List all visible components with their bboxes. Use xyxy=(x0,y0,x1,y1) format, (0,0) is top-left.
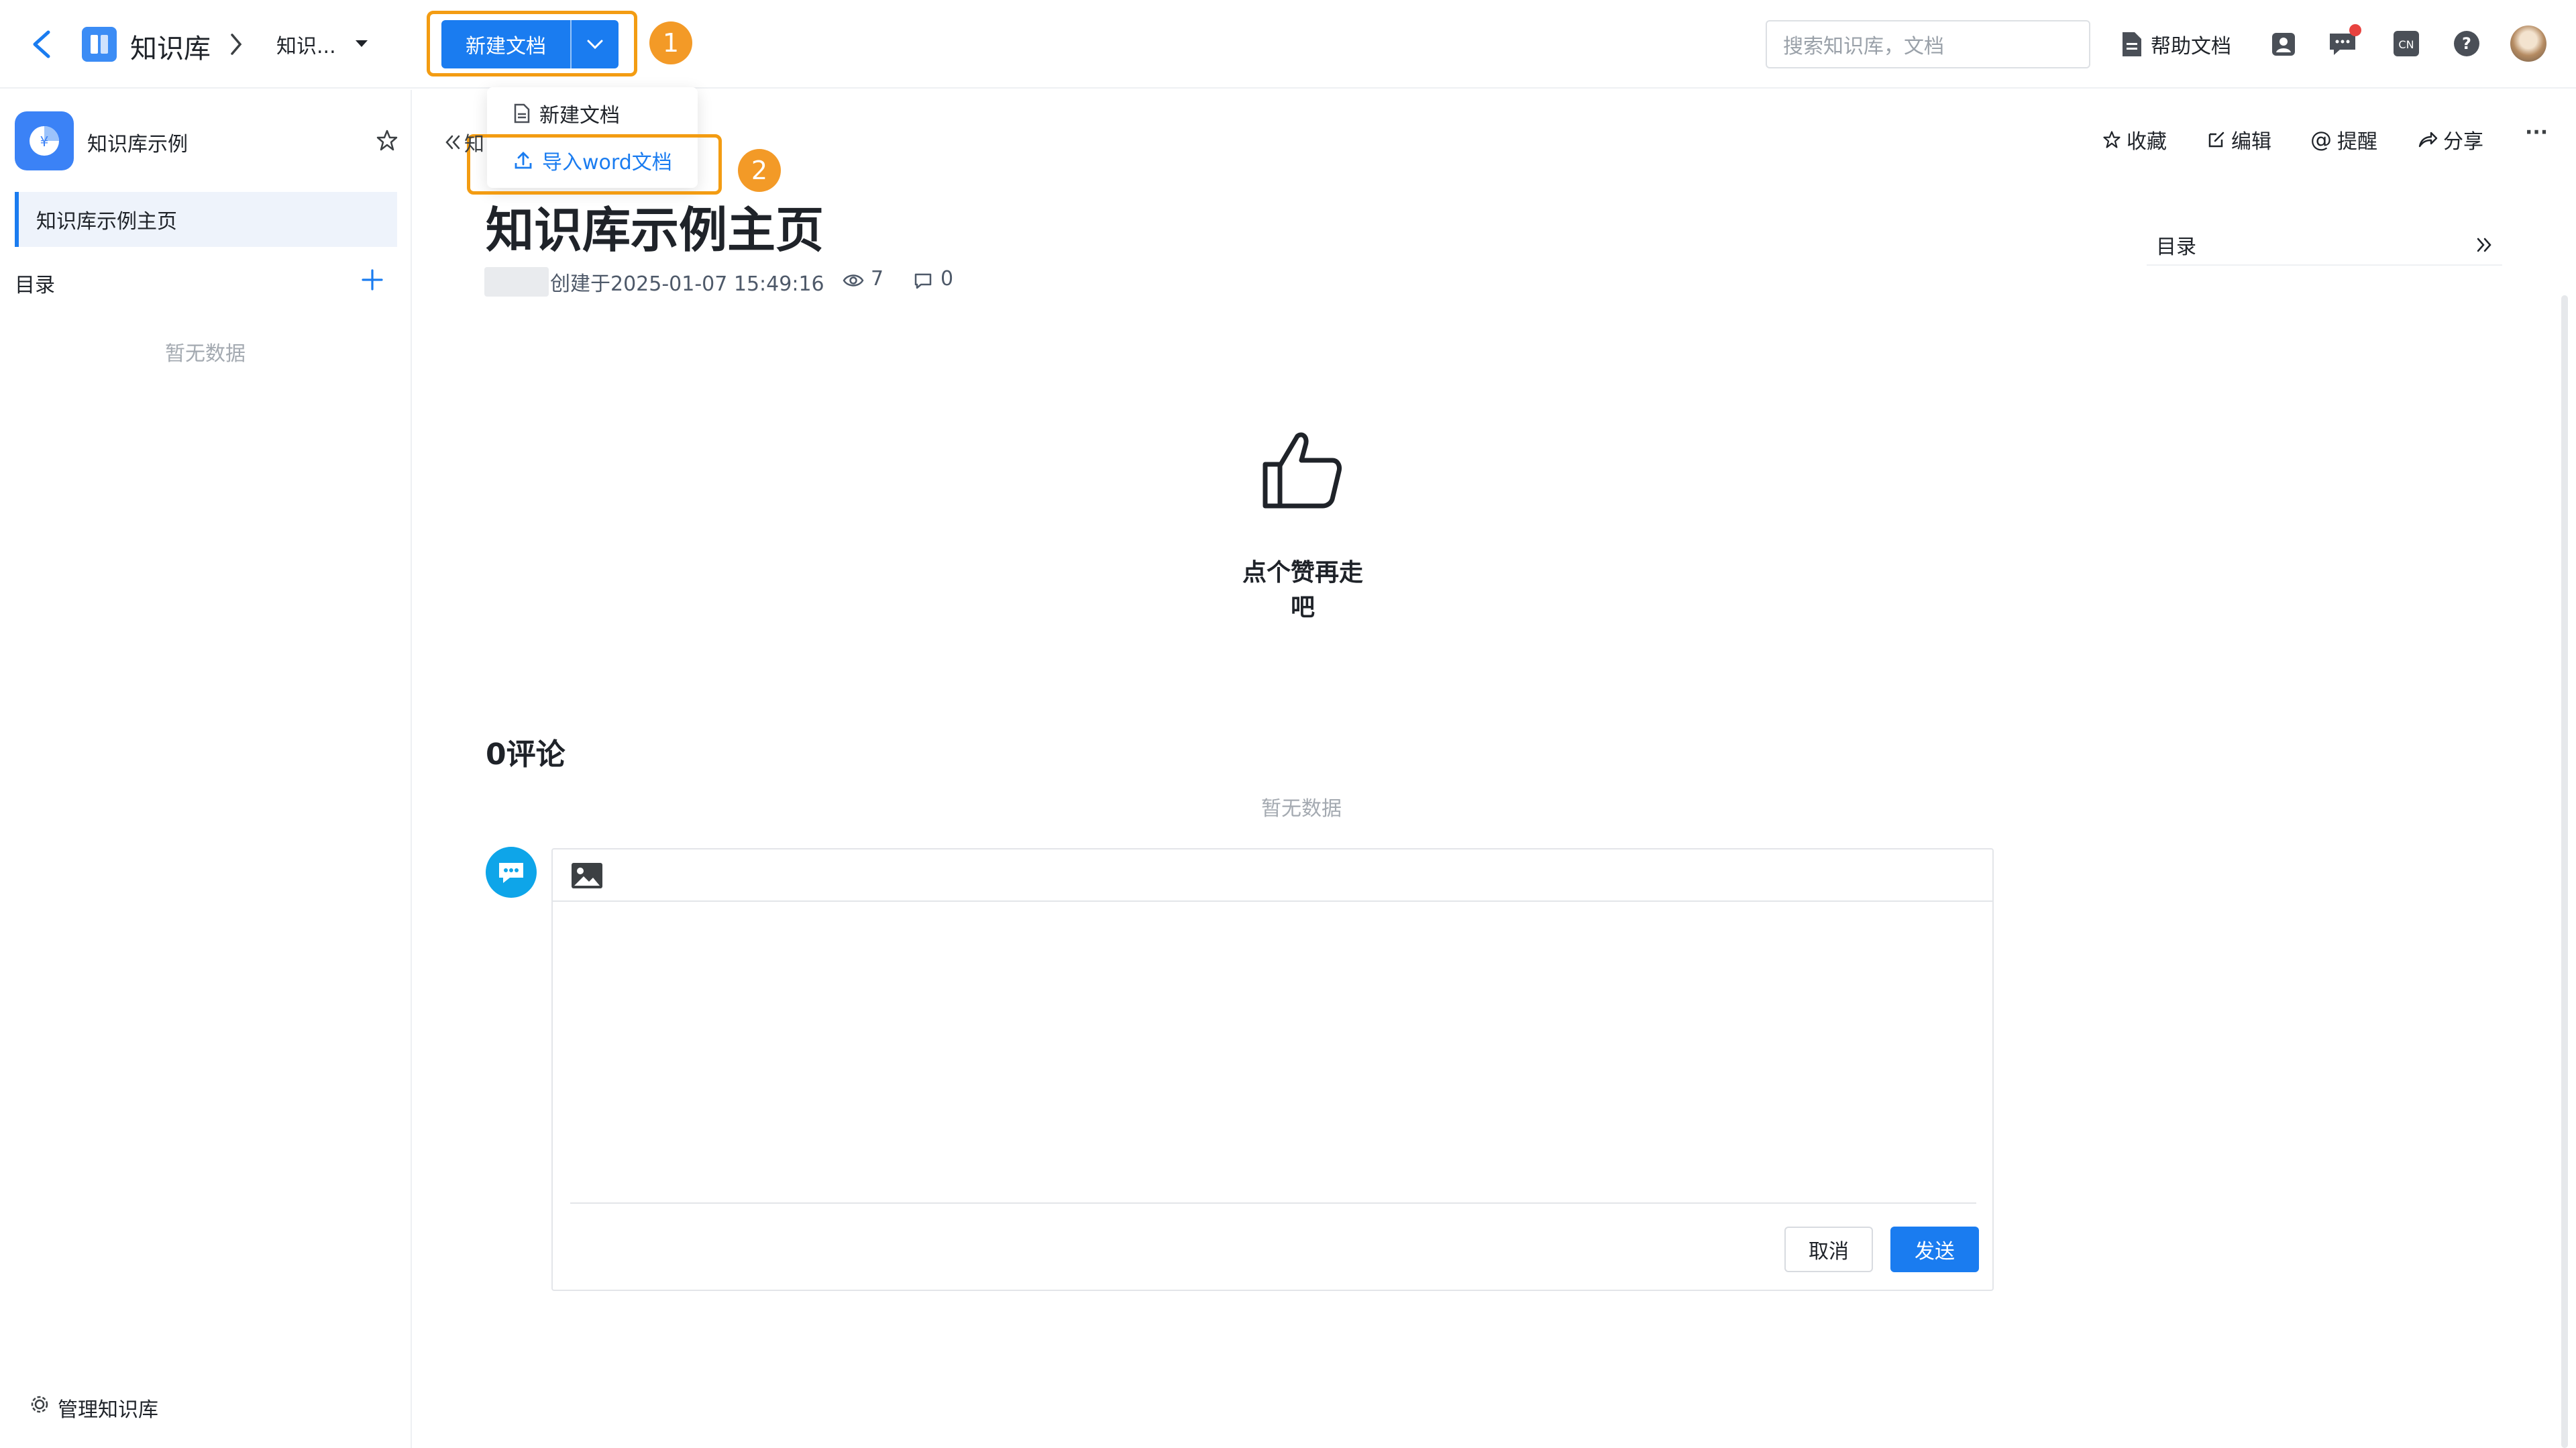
share-button[interactable]: 分享 xyxy=(2418,125,2483,154)
back-chevron-icon[interactable] xyxy=(30,30,54,59)
svg-text:?: ? xyxy=(2462,34,2471,53)
toc-panel-header: 目录 xyxy=(2147,225,2502,266)
sidebar xyxy=(0,90,412,1448)
kb-name: 知识库示例 xyxy=(87,133,188,156)
manage-kb-link[interactable]: 管理知识库 xyxy=(58,1393,158,1423)
user-avatar[interactable] xyxy=(2510,25,2546,62)
sidebar-item-homepage-label: 知识库示例主页 xyxy=(36,210,177,234)
menu-item-new-doc-label: 新建文档 xyxy=(539,104,620,127)
sidebar-toc-label: 目录 xyxy=(15,274,55,297)
document-icon xyxy=(514,103,530,123)
eye-icon xyxy=(843,272,864,289)
menu-item-new-doc[interactable]: 新建文档 xyxy=(487,90,698,137)
author-name-redacted xyxy=(484,267,549,297)
knowledge-base-logo: ¥ xyxy=(15,111,74,170)
help-doc-icon[interactable] xyxy=(2120,31,2143,58)
app-name[interactable]: 知识库 xyxy=(130,27,211,66)
new-doc-split-button[interactable]: 新建文档 xyxy=(441,20,619,68)
star-outline-icon[interactable] xyxy=(376,129,398,152)
edit-label: 编辑 xyxy=(2231,130,2271,154)
page-title: 知识库示例主页 xyxy=(486,202,824,258)
comments-empty-text: 暂无数据 xyxy=(1261,797,1342,821)
sidebar-empty-text: 暂无数据 xyxy=(165,342,246,366)
created-time: 创建于2025-01-07 15:49:16 xyxy=(550,272,824,296)
sidebar-item-homepage[interactable]: 知识库示例主页 xyxy=(15,192,397,247)
step-badge-1: 1 xyxy=(649,21,692,64)
collapse-breadcrumb-label: 知 xyxy=(464,133,484,156)
toc-title: 目录 xyxy=(2156,236,2196,259)
favorite-button[interactable]: 收藏 xyxy=(2102,125,2167,154)
help-docs-link[interactable]: 帮助文档 xyxy=(2151,30,2231,59)
view-count: 7 xyxy=(871,267,884,291)
new-doc-button[interactable]: 新建文档 xyxy=(441,20,570,68)
new-doc-dropdown-toggle[interactable] xyxy=(572,20,619,68)
svg-text:CN: CN xyxy=(2398,38,2414,51)
help-icon[interactable]: ? xyxy=(2453,30,2481,58)
double-chevron-right-icon[interactable] xyxy=(2475,236,2493,254)
add-toc-icon[interactable] xyxy=(361,268,384,291)
share-icon xyxy=(2418,132,2438,148)
star-outline-icon xyxy=(2103,131,2121,148)
collapse-breadcrumb[interactable]: 知 xyxy=(444,127,484,157)
thumbs-up-icon[interactable] xyxy=(1261,429,1344,510)
language-cn-icon[interactable]: CN xyxy=(2392,30,2420,58)
more-icon[interactable]: ··· xyxy=(2525,121,2548,144)
svg-text:¥: ¥ xyxy=(40,134,49,150)
chevron-down-icon xyxy=(587,40,603,50)
highlight-import-word xyxy=(467,134,722,195)
search-placeholder: 搜索知识库，文档 xyxy=(1783,35,1944,58)
cancel-button[interactable]: 取消 xyxy=(1784,1227,1873,1272)
double-chevron-left-icon xyxy=(445,135,460,150)
comment-count: 0 xyxy=(941,267,954,291)
knowledge-book-icon xyxy=(82,27,117,62)
comment-count-icon xyxy=(914,272,932,290)
search-input[interactable]: 搜索知识库，文档 xyxy=(1766,20,2090,68)
at-icon: @ xyxy=(2310,127,2332,152)
share-label: 分享 xyxy=(2443,130,2483,154)
favorite-label: 收藏 xyxy=(2127,130,2167,154)
contact-card-icon[interactable] xyxy=(2270,31,2297,58)
send-button[interactable]: 发送 xyxy=(1890,1227,1979,1272)
edit-button[interactable]: 编辑 xyxy=(2207,125,2271,154)
comment-editor[interactable]: 取消 发送 xyxy=(551,848,1994,1291)
page-scrollbar[interactable] xyxy=(2561,295,2568,1448)
editor-divider xyxy=(570,1202,1976,1204)
comment-bubble-icon xyxy=(486,847,537,898)
comments-title: 0评论 xyxy=(486,737,566,772)
notification-dot xyxy=(2349,24,2361,36)
breadcrumb-separator-icon xyxy=(228,31,244,58)
insert-image-icon[interactable] xyxy=(570,862,604,890)
edit-icon xyxy=(2208,132,2224,148)
step-badge-2: 2 xyxy=(738,149,781,192)
editor-toolbar xyxy=(553,849,1992,902)
caret-down-icon[interactable] xyxy=(354,39,369,48)
remind-button[interactable]: @ 提醒 xyxy=(2310,125,2377,154)
breadcrumb-current[interactable]: 知识... xyxy=(276,30,336,59)
gear-icon[interactable] xyxy=(30,1394,50,1414)
like-prompt: 点个赞再走吧 xyxy=(1242,559,1363,621)
remind-label: 提醒 xyxy=(2337,130,2377,154)
